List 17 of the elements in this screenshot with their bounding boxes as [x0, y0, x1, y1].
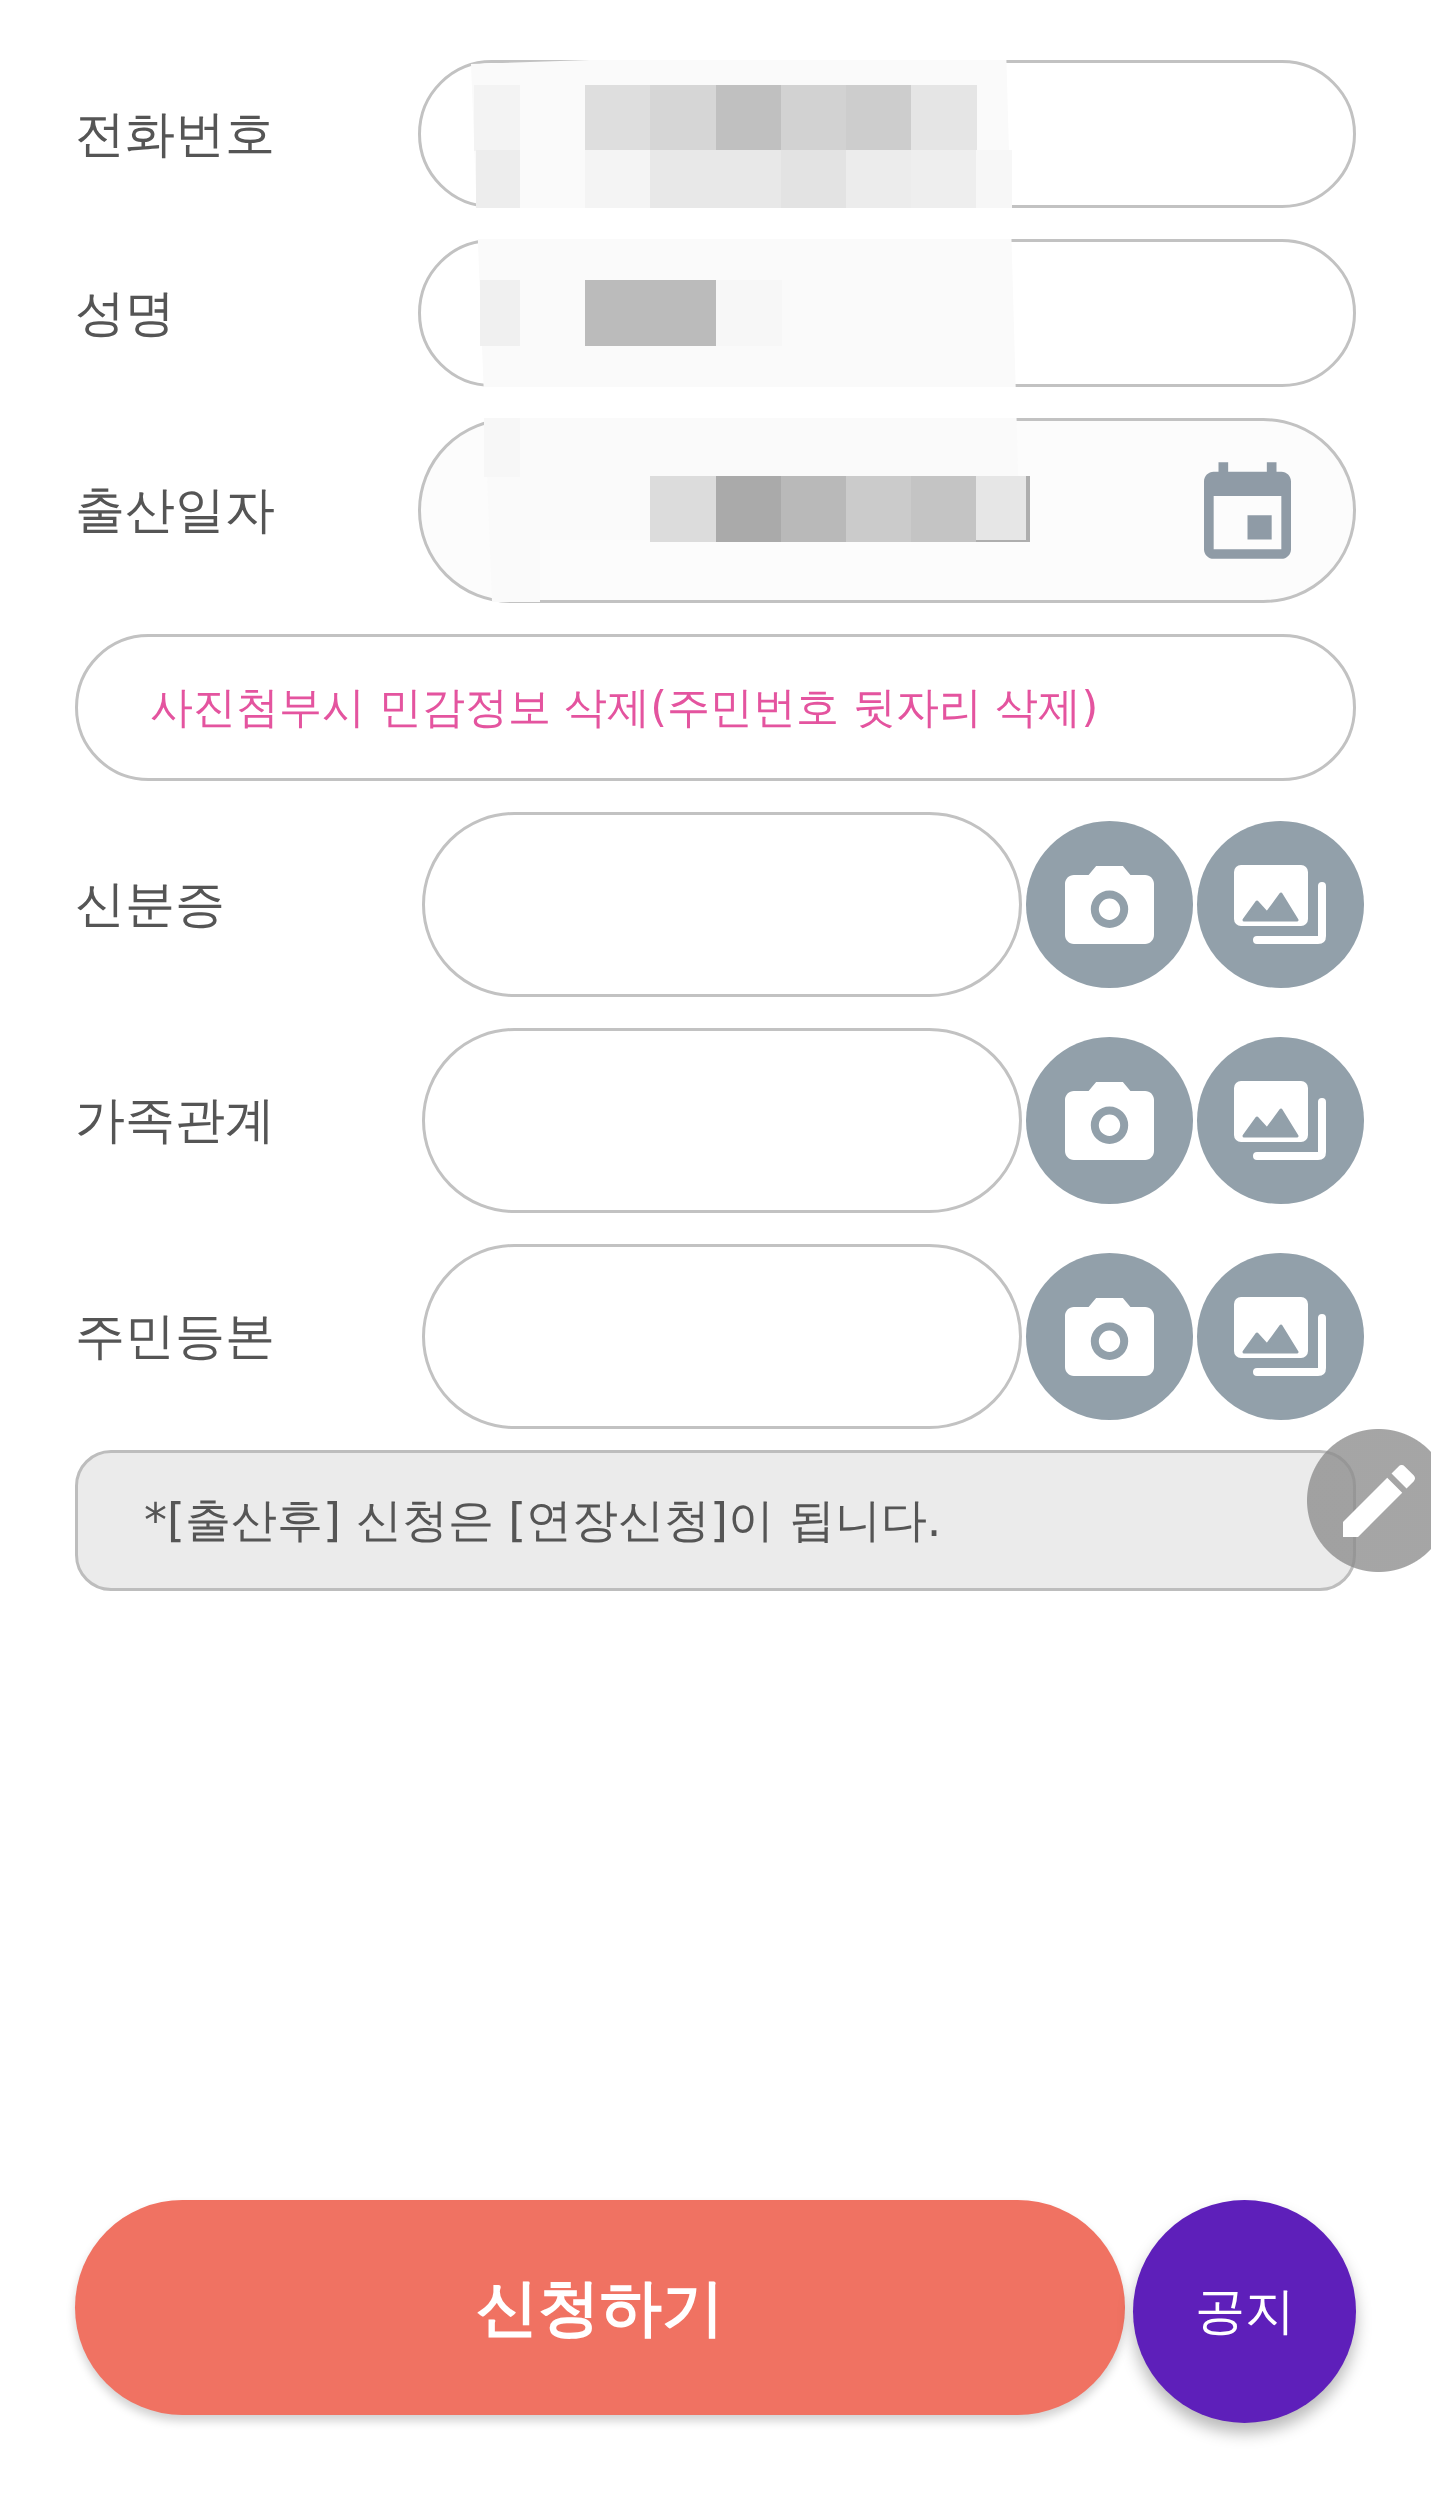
attachment-label: 가족관계	[75, 1090, 275, 1151]
camera-icon	[1065, 1081, 1154, 1160]
calendar-icon[interactable]	[1204, 462, 1291, 559]
attachment-label: 신분증	[75, 874, 225, 935]
camera-icon	[1065, 865, 1154, 944]
privacy-notice-text: 사진첨부시 민감정보 삭제(주민번호 뒷자리 삭제)	[150, 680, 1099, 734]
camera-icon	[1065, 1297, 1154, 1376]
notice-button[interactable]: 공지	[1133, 2200, 1356, 2423]
gallery-icon	[1233, 1297, 1328, 1376]
pencil-icon	[1343, 1464, 1415, 1537]
attachment-label: 주민등본	[75, 1306, 275, 1367]
field-label: 전화번호	[75, 103, 275, 165]
field-label: 성명	[75, 282, 175, 344]
gallery-icon	[1233, 1081, 1328, 1160]
note-text: *[출산후] 신청은 [연장신청]이 됩니다.	[144, 1491, 942, 1549]
field-label: 출산일자	[75, 480, 275, 541]
gallery-icon	[1233, 865, 1328, 944]
